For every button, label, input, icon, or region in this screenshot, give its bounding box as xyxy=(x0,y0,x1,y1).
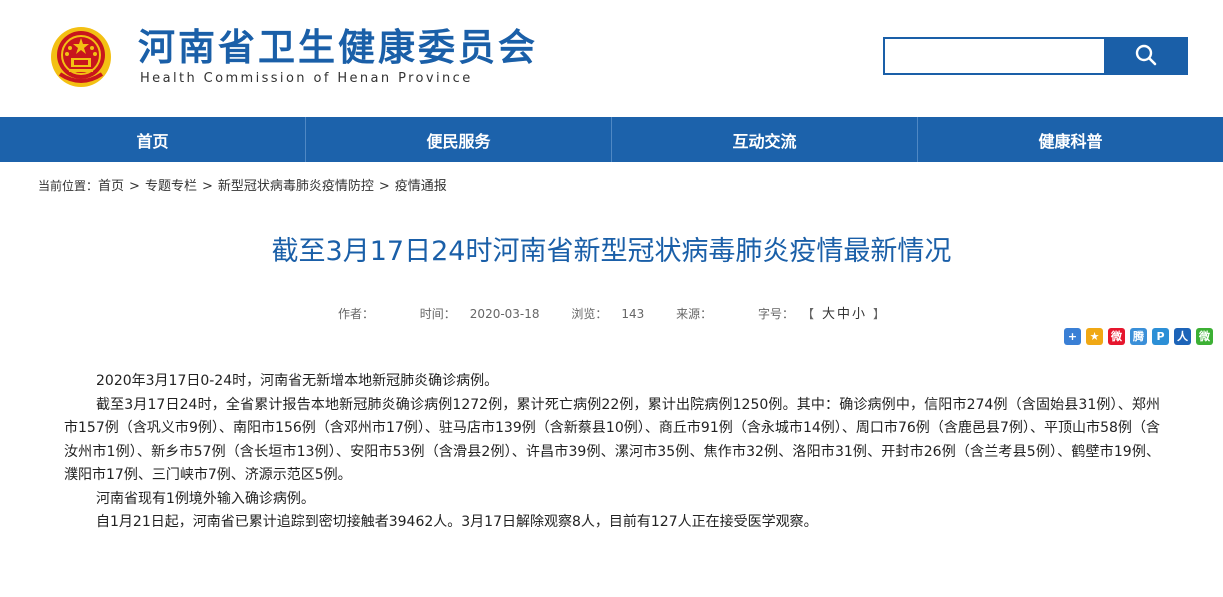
search-button[interactable] xyxy=(1104,37,1188,75)
wechat-icon[interactable]: 微 xyxy=(1196,328,1213,345)
nav-item-health-science[interactable]: 健康科普 xyxy=(918,117,1223,162)
meta-source-label: 来源： xyxy=(676,307,713,321)
site-subtitle: Health Commission of Henan Province xyxy=(140,71,473,86)
meta-time-value: 2020-03-18 xyxy=(469,307,540,321)
article-paragraph: 截至3月17日24时，全省累计报告本地新冠肺炎确诊病例1272例，累计死亡病例2… xyxy=(64,396,1160,484)
tencent-weibo-icon[interactable]: 腾 xyxy=(1130,328,1147,345)
nav-item-home[interactable]: 首页 xyxy=(0,117,306,162)
breadcrumb-separator: > xyxy=(129,179,140,194)
qzone-icon[interactable]: ★ xyxy=(1086,328,1103,345)
font-size-control: 字号： 【大中小】 xyxy=(751,307,892,322)
article-paragraph: 河南省现有1例境外输入确诊病例。 xyxy=(96,490,315,507)
breadcrumb-prefix: 当前位置： xyxy=(38,179,99,193)
meta-fontsize-label: 字号： xyxy=(757,307,794,321)
meta-author-label: 作者： xyxy=(337,307,374,321)
renren-icon[interactable]: 人 xyxy=(1174,328,1191,345)
breadcrumb-item-covid[interactable]: 新型冠状病毒肺炎疫情防控 xyxy=(218,179,374,194)
nav-item-interaction[interactable]: 互动交流 xyxy=(612,117,918,162)
breadcrumb-item-bulletin[interactable]: 疫情通报 xyxy=(395,179,447,194)
meta-time: 时间： 2020-03-18 xyxy=(413,307,547,321)
article-title: 截至3月17日24时河南省新型冠状病毒肺炎疫情最新情况 xyxy=(271,236,952,267)
article-body: 2020年3月17日0-24时，河南省无新增本地新冠肺炎确诊病例。 截至3月17… xyxy=(64,370,1160,535)
article-meta: 作者： 时间： 2020-03-18 浏览： 143 来源： 字号： 【大中小】 xyxy=(0,303,1223,322)
meta-views-label: 浏览： xyxy=(571,307,608,321)
site-title[interactable]: 河南省卫生健康委员会 xyxy=(138,26,538,70)
main-nav: 首页 便民服务 互动交流 健康科普 xyxy=(0,117,1223,162)
font-size-medium-link[interactable]: 中 xyxy=(837,307,850,322)
breadcrumb-separator: > xyxy=(378,179,390,194)
article-paragraph: 2020年3月17日0-24时，河南省无新增本地新冠肺炎确诊病例。 xyxy=(96,373,499,389)
search-input[interactable] xyxy=(883,37,1106,75)
meta-source: 来源： xyxy=(669,307,733,321)
breadcrumb: 当前位置：首页 > 专题专栏 > 新型冠状病毒肺炎疫情防控 > 疫情通报 xyxy=(38,175,447,194)
nav-item-services[interactable]: 便民服务 xyxy=(306,117,612,162)
search-box xyxy=(883,37,1188,75)
breadcrumb-item-topics[interactable]: 专题专栏 xyxy=(145,179,197,194)
fontsize-bracket-open: 【 xyxy=(807,307,814,321)
fontsize-bracket-close: 】 xyxy=(873,307,886,321)
meta-views-value: 143 xyxy=(621,307,645,321)
site-header: 河南省卫生健康委员会 Health Commission of Henan Pr… xyxy=(0,0,1223,117)
font-size-large-link[interactable]: 大 xyxy=(822,307,835,322)
national-emblem-icon xyxy=(50,26,112,88)
share-more-icon[interactable]: + xyxy=(1064,328,1081,345)
font-size-small-link[interactable]: 小 xyxy=(852,307,865,322)
article-paragraph: 自1月21日起，河南省已累计追踪到密切接触者39462人。3月17日解除观察8人… xyxy=(96,514,818,530)
share-bar: + ★ 微腾 P 人微 xyxy=(1064,328,1213,345)
breadcrumb-separator: > xyxy=(201,179,213,194)
meta-author: 作者： xyxy=(331,307,395,321)
breadcrumb-item-home[interactable]: 首页 xyxy=(98,179,124,194)
weibo-icon[interactable]: 微 xyxy=(1108,328,1125,345)
meta-views: 浏览： 143 xyxy=(564,307,651,321)
meta-time-label: 时间： xyxy=(419,307,456,321)
baidu-icon[interactable]: P xyxy=(1152,328,1169,345)
search-icon xyxy=(1135,44,1157,69)
